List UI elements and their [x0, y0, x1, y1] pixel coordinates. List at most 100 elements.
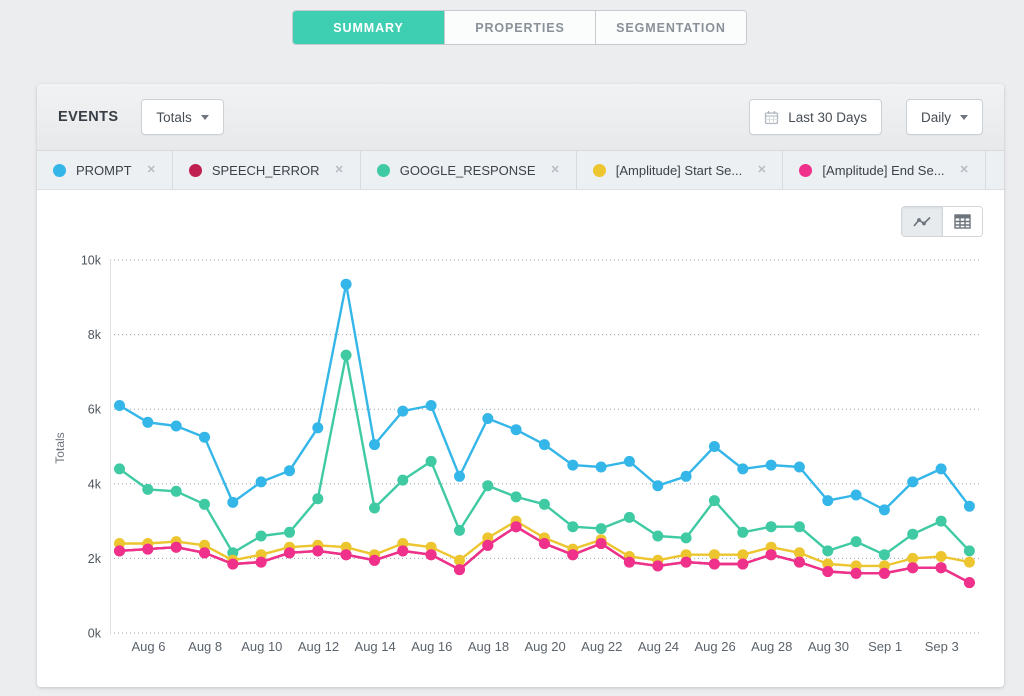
data-point-[Amplitude] End Session[interactable] [596, 538, 607, 549]
data-point-[Amplitude] End Session[interactable] [426, 549, 437, 560]
remove-event-icon[interactable]: ✕ [757, 165, 766, 176]
data-point-PROMPT[interactable] [256, 476, 267, 487]
data-point-PROMPT[interactable] [596, 462, 607, 473]
data-point-[Amplitude] End Session[interactable] [454, 564, 465, 575]
date-range-button[interactable]: Last 30 Days [749, 99, 882, 135]
data-point-PROMPT[interactable] [426, 400, 437, 411]
data-point-[Amplitude] End Session[interactable] [652, 560, 663, 571]
event-chip-speech-error[interactable]: SPEECH_ERROR ✕ [173, 151, 361, 189]
data-point-PROMPT[interactable] [341, 279, 352, 290]
interval-dropdown[interactable]: Daily [906, 99, 983, 135]
data-point-[Amplitude] End Session[interactable] [709, 559, 720, 570]
data-point-GOOGLE_RESPONSE[interactable] [454, 525, 465, 536]
data-point-GOOGLE_RESPONSE[interactable] [766, 521, 777, 532]
data-point-PROMPT[interactable] [681, 471, 692, 482]
data-point-GOOGLE_RESPONSE[interactable] [709, 495, 720, 506]
data-point-PROMPT[interactable] [822, 495, 833, 506]
data-point-PROMPT[interactable] [511, 424, 522, 435]
data-point-[Amplitude] End Session[interactable] [199, 547, 210, 558]
data-point-GOOGLE_RESPONSE[interactable] [312, 493, 323, 504]
data-point-PROMPT[interactable] [454, 471, 465, 482]
data-point-PROMPT[interactable] [482, 413, 493, 424]
data-point-GOOGLE_RESPONSE[interactable] [482, 480, 493, 491]
data-point-GOOGLE_RESPONSE[interactable] [511, 491, 522, 502]
data-point-GOOGLE_RESPONSE[interactable] [341, 350, 352, 361]
data-point-[Amplitude] End Session[interactable] [539, 538, 550, 549]
data-point-GOOGLE_RESPONSE[interactable] [936, 516, 947, 527]
data-point-[Amplitude] End Session[interactable] [397, 545, 408, 556]
data-point-GOOGLE_RESPONSE[interactable] [794, 521, 805, 532]
data-point-GOOGLE_RESPONSE[interactable] [879, 549, 890, 560]
event-chip-end-session[interactable]: [Amplitude] End Se... ✕ [783, 151, 985, 189]
data-point-[Amplitude] End Session[interactable] [737, 559, 748, 570]
data-point-PROMPT[interactable] [652, 480, 663, 491]
data-point-PROMPT[interactable] [397, 406, 408, 417]
data-point-GOOGLE_RESPONSE[interactable] [114, 463, 125, 474]
line-view-button[interactable] [902, 207, 942, 236]
data-point-[Amplitude] Start Session[interactable] [936, 551, 947, 562]
data-point-[Amplitude] End Session[interactable] [369, 555, 380, 566]
remove-event-icon[interactable]: ✕ [551, 165, 560, 176]
data-point-PROMPT[interactable] [369, 439, 380, 450]
data-point-GOOGLE_RESPONSE[interactable] [624, 512, 635, 523]
data-point-[Amplitude] End Session[interactable] [907, 562, 918, 573]
data-point-[Amplitude] End Session[interactable] [482, 540, 493, 551]
remove-event-icon[interactable]: ✕ [960, 165, 969, 176]
data-point-[Amplitude] End Session[interactable] [822, 566, 833, 577]
data-point-[Amplitude] End Session[interactable] [171, 542, 182, 553]
data-point-GOOGLE_RESPONSE[interactable] [397, 475, 408, 486]
data-point-GOOGLE_RESPONSE[interactable] [369, 503, 380, 514]
data-point-PROMPT[interactable] [737, 463, 748, 474]
event-chip-google-response[interactable]: GOOGLE_RESPONSE ✕ [361, 151, 577, 189]
data-point-GOOGLE_RESPONSE[interactable] [567, 521, 578, 532]
remove-event-icon[interactable]: ✕ [334, 165, 343, 176]
data-point-GOOGLE_RESPONSE[interactable] [681, 532, 692, 543]
data-point-PROMPT[interactable] [227, 497, 238, 508]
data-point-PROMPT[interactable] [171, 421, 182, 432]
data-point-PROMPT[interactable] [964, 501, 975, 512]
totals-dropdown[interactable]: Totals [141, 99, 223, 135]
data-point-GOOGLE_RESPONSE[interactable] [596, 523, 607, 534]
data-point-[Amplitude] End Session[interactable] [879, 568, 890, 579]
data-point-GOOGLE_RESPONSE[interactable] [737, 527, 748, 538]
data-point-[Amplitude] End Session[interactable] [964, 577, 975, 588]
data-point-[Amplitude] End Session[interactable] [766, 549, 777, 560]
data-point-PROMPT[interactable] [114, 400, 125, 411]
data-point-PROMPT[interactable] [199, 432, 210, 443]
data-point-PROMPT[interactable] [936, 463, 947, 474]
data-point-GOOGLE_RESPONSE[interactable] [539, 499, 550, 510]
data-point-[Amplitude] End Session[interactable] [341, 549, 352, 560]
data-point-GOOGLE_RESPONSE[interactable] [199, 499, 210, 510]
data-point-[Amplitude] End Session[interactable] [142, 544, 153, 555]
data-point-PROMPT[interactable] [284, 465, 295, 476]
data-point-PROMPT[interactable] [794, 462, 805, 473]
data-point-[Amplitude] End Session[interactable] [851, 568, 862, 579]
data-point-PROMPT[interactable] [142, 417, 153, 428]
data-point-GOOGLE_RESPONSE[interactable] [256, 531, 267, 542]
data-point-PROMPT[interactable] [766, 460, 777, 471]
data-point-[Amplitude] End Session[interactable] [681, 557, 692, 568]
data-point-[Amplitude] End Session[interactable] [114, 545, 125, 556]
data-point-[Amplitude] End Session[interactable] [567, 549, 578, 560]
data-point-[Amplitude] End Session[interactable] [936, 562, 947, 573]
data-point-[Amplitude] End Session[interactable] [312, 545, 323, 556]
remove-event-icon[interactable]: ✕ [147, 165, 156, 176]
data-point-PROMPT[interactable] [851, 490, 862, 501]
data-point-GOOGLE_RESPONSE[interactable] [822, 545, 833, 556]
event-chip-start-session[interactable]: [Amplitude] Start Se... ✕ [577, 151, 784, 189]
data-point-PROMPT[interactable] [907, 476, 918, 487]
data-point-GOOGLE_RESPONSE[interactable] [851, 536, 862, 547]
data-point-GOOGLE_RESPONSE[interactable] [964, 545, 975, 556]
data-point-PROMPT[interactable] [709, 441, 720, 452]
data-point-PROMPT[interactable] [312, 422, 323, 433]
data-point-PROMPT[interactable] [567, 460, 578, 471]
data-point-GOOGLE_RESPONSE[interactable] [284, 527, 295, 538]
data-point-PROMPT[interactable] [539, 439, 550, 450]
data-point-[Amplitude] End Session[interactable] [511, 521, 522, 532]
data-point-GOOGLE_RESPONSE[interactable] [426, 456, 437, 467]
data-point-GOOGLE_RESPONSE[interactable] [142, 484, 153, 495]
data-point-[Amplitude] End Session[interactable] [794, 557, 805, 568]
data-point-[Amplitude] End Session[interactable] [256, 557, 267, 568]
data-point-[Amplitude] End Session[interactable] [284, 547, 295, 558]
data-point-GOOGLE_RESPONSE[interactable] [171, 486, 182, 497]
